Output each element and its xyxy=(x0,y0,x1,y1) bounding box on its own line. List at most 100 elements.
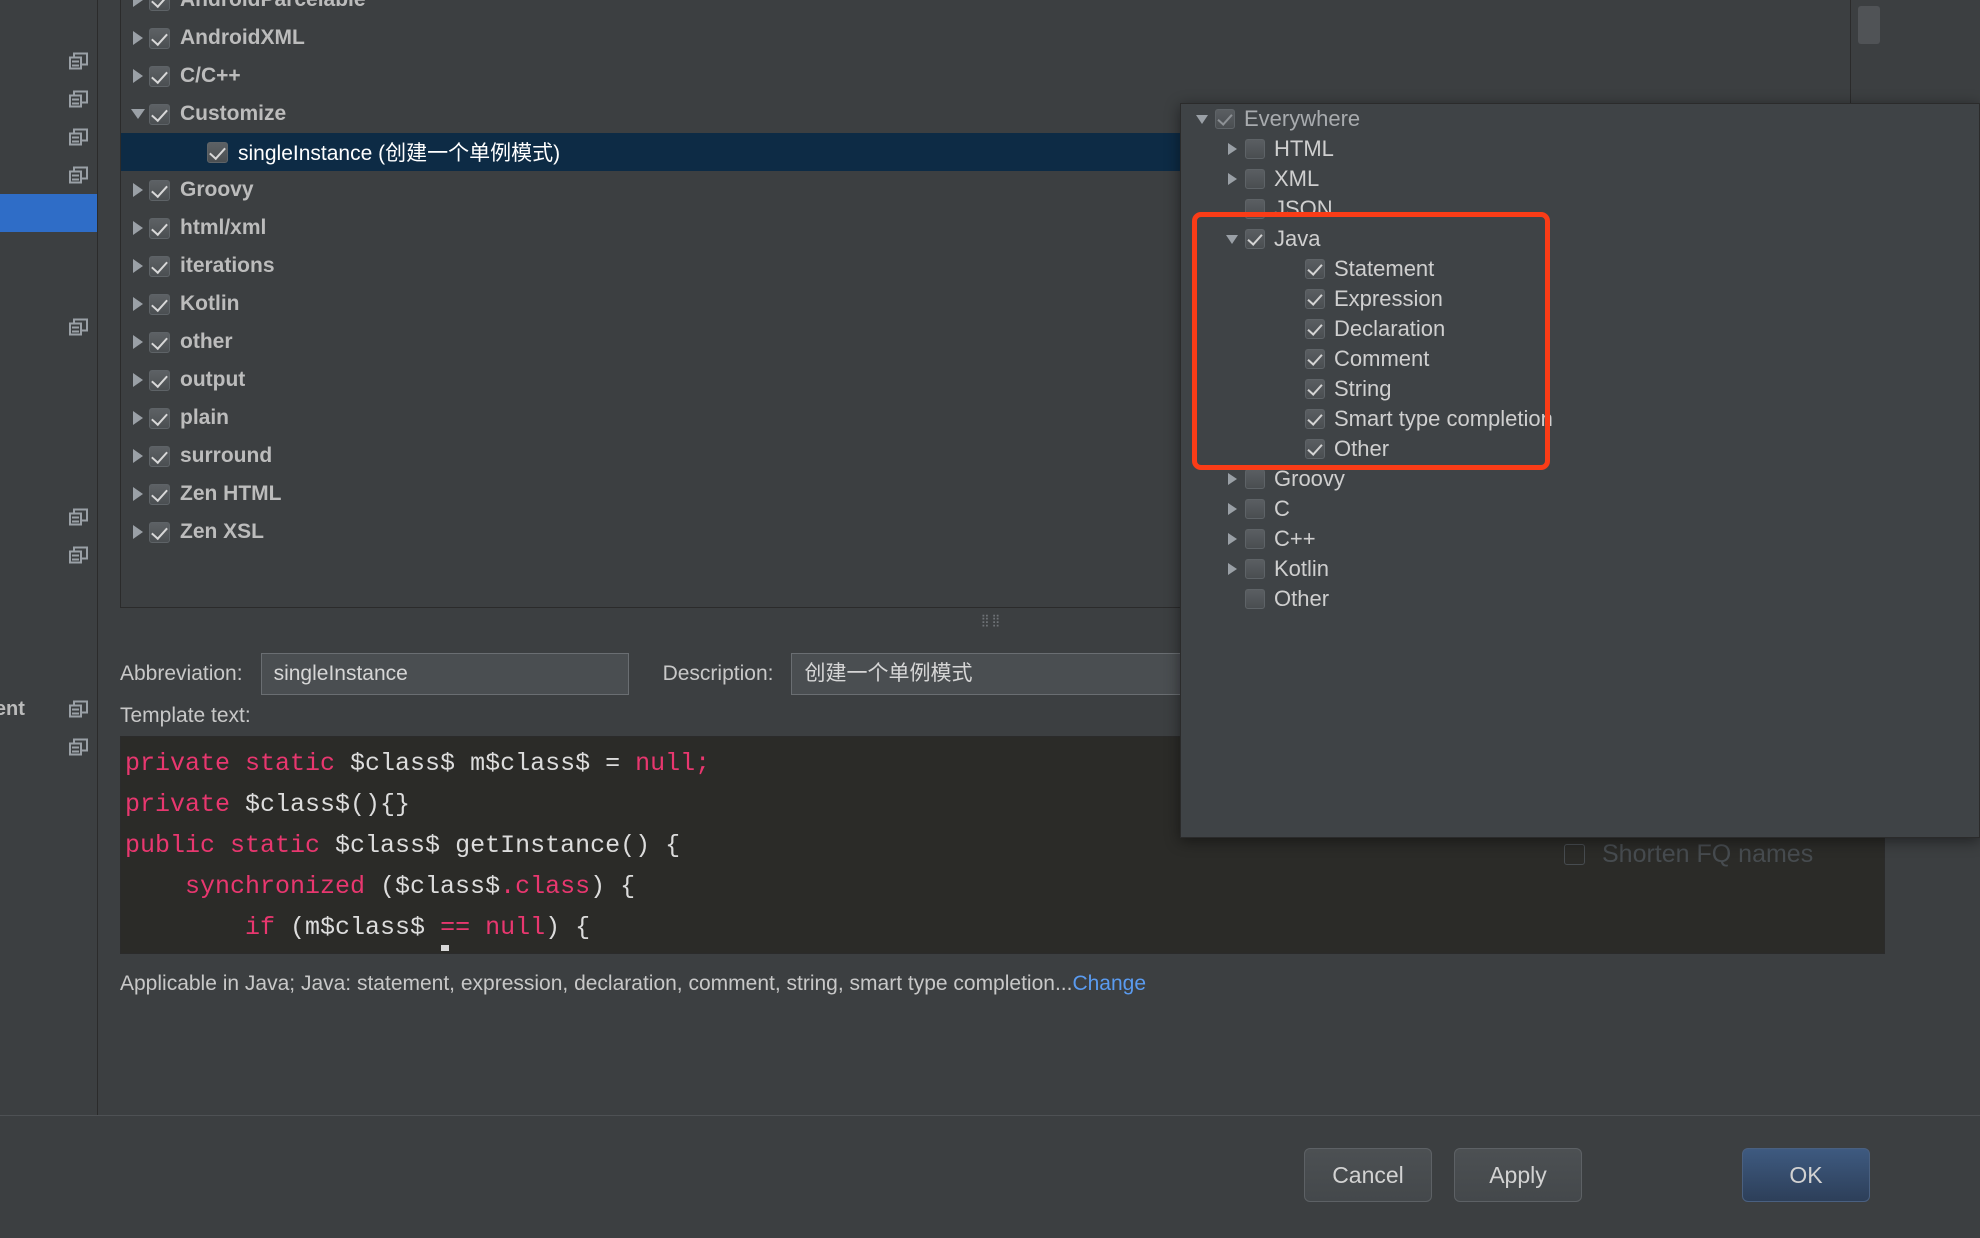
checkbox-icon[interactable] xyxy=(1305,259,1325,279)
checkbox-icon[interactable] xyxy=(149,483,170,505)
chevron-right-icon[interactable] xyxy=(127,335,149,349)
chevron-down-icon[interactable] xyxy=(1219,235,1245,244)
checkbox-icon[interactable] xyxy=(149,331,170,353)
checkbox-icon[interactable] xyxy=(1245,529,1265,549)
checkbox-icon[interactable] xyxy=(149,255,170,277)
checkbox-icon[interactable] xyxy=(1245,589,1265,609)
chevron-right-icon[interactable] xyxy=(127,411,149,425)
sidebar-item[interactable] xyxy=(0,156,97,194)
context-popup-row[interactable]: Other xyxy=(1181,434,1979,464)
chevron-right-icon[interactable] xyxy=(127,297,149,311)
template-tree-row[interactable]: C/C++ xyxy=(121,57,1850,95)
context-popup-row[interactable]: C++ xyxy=(1181,524,1979,554)
chevron-down-icon[interactable] xyxy=(127,109,149,119)
checkbox-icon[interactable] xyxy=(1215,109,1235,129)
context-popup-row[interactable]: JSON xyxy=(1181,194,1979,224)
sidebar-item[interactable] xyxy=(0,536,97,574)
chevron-right-icon[interactable] xyxy=(1219,503,1245,515)
checkbox-icon[interactable] xyxy=(1245,169,1265,189)
checkbox-icon[interactable] xyxy=(1305,439,1325,459)
context-popup-row[interactable]: HTML xyxy=(1181,134,1979,164)
chevron-right-icon[interactable] xyxy=(1219,473,1245,485)
context-popup-row[interactable]: Java xyxy=(1181,224,1979,254)
checkbox-icon[interactable] xyxy=(149,65,170,87)
checkbox-icon[interactable] xyxy=(1245,199,1265,219)
chevron-right-icon[interactable] xyxy=(127,69,149,83)
settings-sidebar[interactable]: es yment ks xyxy=(0,0,98,1115)
context-popup-row[interactable]: Comment xyxy=(1181,344,1979,374)
chevron-down-icon[interactable] xyxy=(1189,115,1215,124)
sidebar-item[interactable]: ks xyxy=(0,728,97,766)
context-popup-row[interactable]: Everywhere xyxy=(1181,104,1979,134)
template-tree-label: Groovy xyxy=(180,178,254,201)
context-popup-row[interactable]: C xyxy=(1181,494,1979,524)
chevron-right-icon[interactable] xyxy=(127,449,149,463)
checkbox-icon[interactable] xyxy=(1305,379,1325,399)
context-popup-row[interactable]: Other xyxy=(1181,584,1979,614)
checkbox-icon[interactable] xyxy=(1305,409,1325,429)
sidebar-item[interactable] xyxy=(0,80,97,118)
chevron-right-icon[interactable] xyxy=(1219,533,1245,545)
ok-button[interactable]: OK xyxy=(1742,1148,1870,1202)
checkbox-icon[interactable] xyxy=(1245,139,1265,159)
abbreviation-input[interactable]: singleInstance xyxy=(260,653,629,695)
checkbox-icon[interactable] xyxy=(1245,229,1265,249)
checkbox-icon[interactable] xyxy=(1305,349,1325,369)
checkbox-icon[interactable] xyxy=(149,179,170,201)
checkbox-icon[interactable] xyxy=(149,217,170,239)
chevron-right-icon[interactable] xyxy=(1219,173,1245,185)
scrollbar-thumb[interactable] xyxy=(1858,6,1880,44)
code-keyword: == null xyxy=(440,913,546,942)
context-popup-row[interactable]: Statement xyxy=(1181,254,1979,284)
splitter-grip[interactable]: ⣿⣿ xyxy=(975,614,1009,626)
context-popup-row[interactable]: String xyxy=(1181,374,1979,404)
checkbox-icon[interactable] xyxy=(1305,289,1325,309)
checkbox-icon[interactable] xyxy=(1245,499,1265,519)
sidebar-item[interactable]: yment xyxy=(0,690,97,728)
template-tree-row[interactable]: AndroidParcelable xyxy=(121,0,1850,19)
sidebar-item[interactable] xyxy=(0,42,97,80)
cancel-button[interactable]: Cancel xyxy=(1304,1148,1432,1202)
description-label: Description: xyxy=(662,662,774,685)
checkbox-icon[interactable] xyxy=(1245,559,1265,579)
checkbox-icon[interactable] xyxy=(149,407,170,429)
checkbox-icon[interactable] xyxy=(1305,319,1325,339)
checkbox-icon[interactable] xyxy=(149,103,170,125)
template-tree-row[interactable]: AndroidXML xyxy=(121,19,1850,57)
checkbox-icon[interactable] xyxy=(149,0,170,11)
sidebar-item[interactable] xyxy=(0,308,97,346)
sidebar-item[interactable] xyxy=(0,194,97,232)
context-popup-row[interactable]: Expression xyxy=(1181,284,1979,314)
code-text: ($class$ xyxy=(380,872,501,901)
checkbox-icon[interactable] xyxy=(149,27,170,49)
context-popup-row[interactable]: Declaration xyxy=(1181,314,1979,344)
chevron-right-icon[interactable] xyxy=(1219,143,1245,155)
context-popup-row[interactable]: Groovy xyxy=(1181,464,1979,494)
context-popup-row[interactable]: Smart type completion xyxy=(1181,404,1979,434)
checkbox-icon[interactable] xyxy=(149,369,170,391)
checkbox-icon[interactable] xyxy=(149,445,170,467)
checkbox-icon[interactable] xyxy=(1245,469,1265,489)
chevron-right-icon[interactable] xyxy=(127,183,149,197)
context-popup-row[interactable]: Kotlin xyxy=(1181,554,1979,584)
apply-button[interactable]: Apply xyxy=(1454,1148,1582,1202)
chevron-right-icon[interactable] xyxy=(127,31,149,45)
checkbox-icon[interactable] xyxy=(207,141,228,163)
chevron-right-icon[interactable] xyxy=(1219,563,1245,575)
checkbox-icon[interactable] xyxy=(149,521,170,543)
chevron-right-icon[interactable] xyxy=(127,259,149,273)
change-context-link[interactable]: Change xyxy=(1072,972,1146,995)
checkbox-icon[interactable] xyxy=(149,293,170,315)
template-tree-label: surround xyxy=(180,444,273,467)
context-popup-row[interactable]: XML xyxy=(1181,164,1979,194)
sidebar-item[interactable]: es xyxy=(0,118,97,156)
chevron-right-icon[interactable] xyxy=(127,373,149,387)
chevron-right-icon[interactable] xyxy=(127,0,149,7)
chevron-right-icon[interactable] xyxy=(127,525,149,539)
chevron-right-icon[interactable] xyxy=(127,221,149,235)
context-selection-popup[interactable]: Everywhere HTML XML JSON Java Statement Expres… xyxy=(1180,103,1980,838)
template-tree-label: Kotlin xyxy=(180,292,240,315)
chevron-right-icon[interactable] xyxy=(127,487,149,501)
tree-vertical-scrollbar[interactable] xyxy=(1851,0,1885,104)
sidebar-item[interactable] xyxy=(0,498,97,536)
